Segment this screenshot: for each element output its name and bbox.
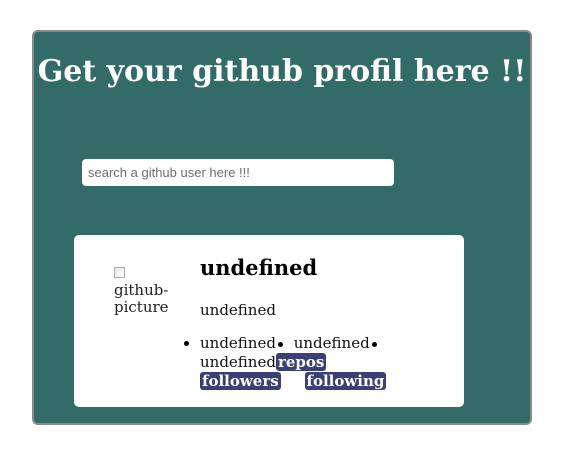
stats-list: undefined undefined undefined repos follo… — [184, 334, 472, 391]
avatar-alt-text: github-picture — [114, 281, 169, 316]
avatar: github-picture — [114, 265, 174, 316]
app-container: Get your github profil here !! github-pi… — [32, 30, 532, 425]
repos-count: undefined — [200, 353, 276, 371]
profile-bio: undefined — [200, 301, 276, 319]
repos-label: repos — [275, 353, 327, 371]
following-count: undefined — [293, 334, 370, 352]
followers-label: followers — [200, 372, 281, 390]
broken-image-icon — [114, 267, 125, 278]
page-title: Get your github profil here !! — [37, 54, 527, 89]
bullet-icon — [184, 341, 189, 346]
profile-name: undefined — [200, 255, 318, 280]
bullet-icon — [371, 341, 377, 347]
profile-card: github-picture undefined undefined undef… — [74, 235, 464, 407]
bullet-icon — [277, 341, 283, 347]
stat-repos: undefined repos followers following — [200, 353, 387, 390]
stat-following: undefined — [294, 334, 383, 352]
following-label: following — [304, 372, 387, 390]
search-input[interactable] — [82, 159, 394, 186]
stat-followers: undefined — [200, 334, 289, 352]
followers-count: undefined — [200, 334, 276, 352]
